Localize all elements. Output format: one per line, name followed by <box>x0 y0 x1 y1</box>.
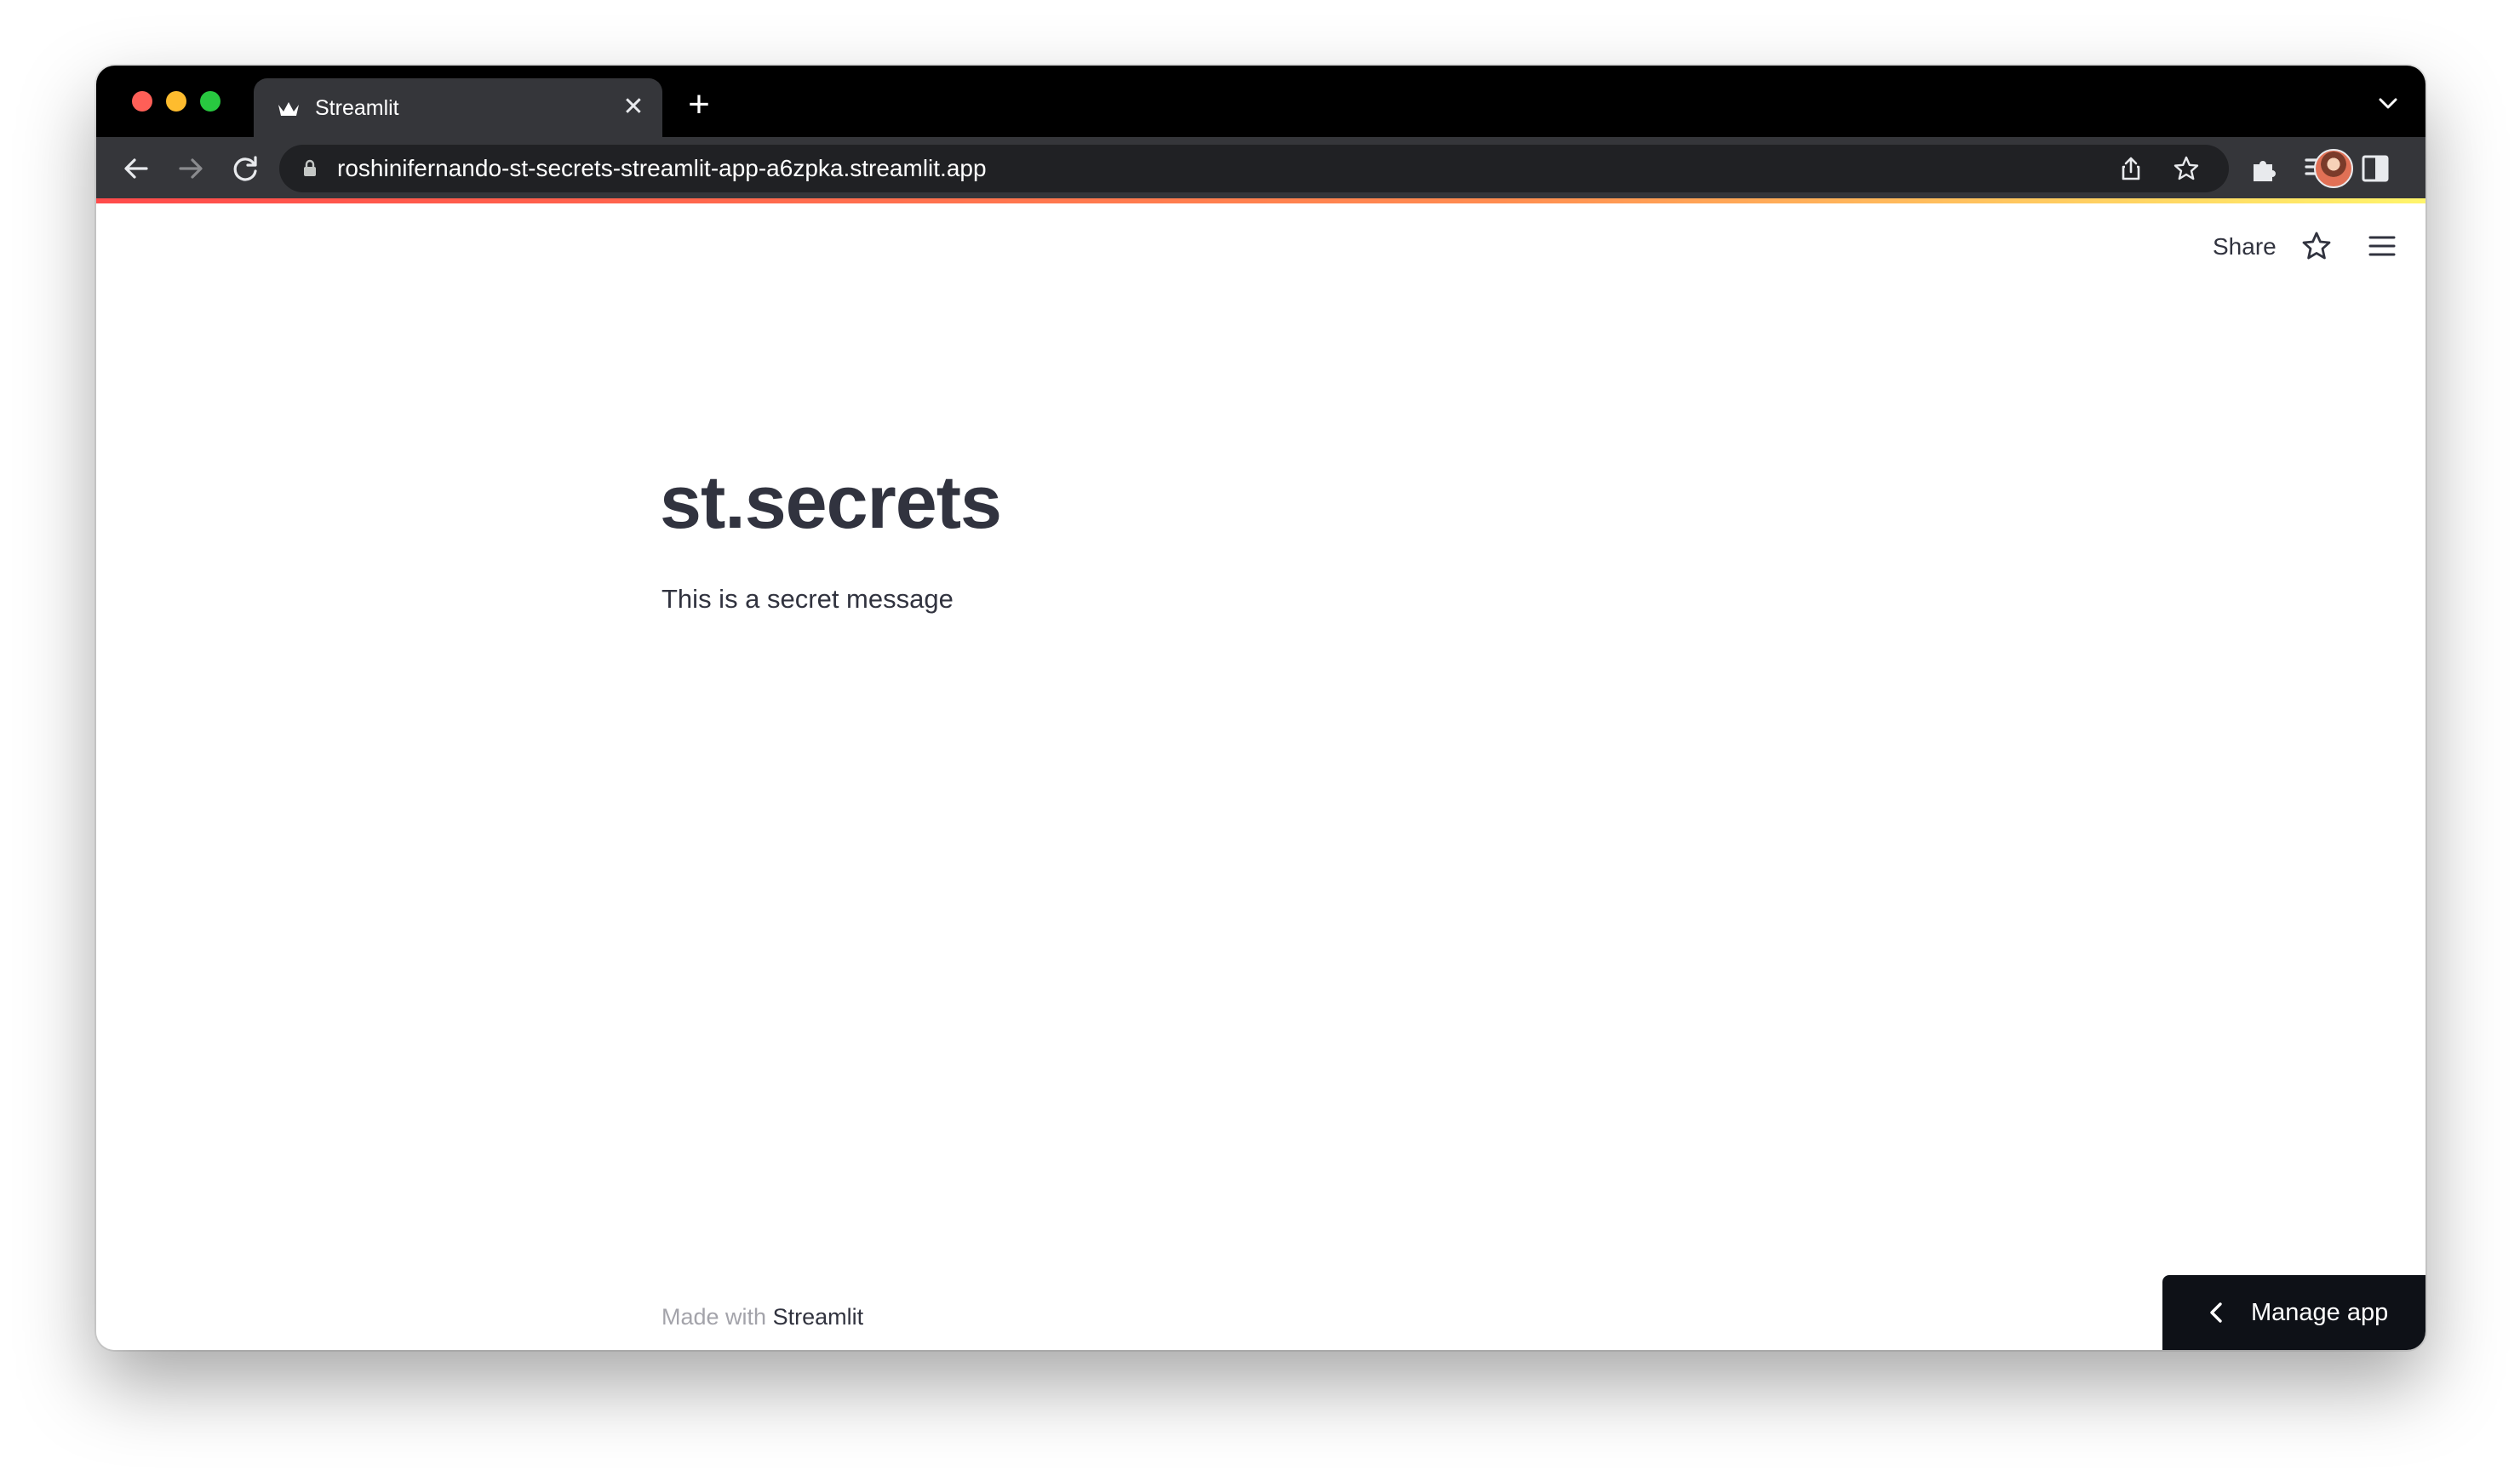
avatar[interactable] <box>2314 149 2353 188</box>
app-page: Share st.secrets This is a secret messag… <box>96 203 2426 1350</box>
page-title: st.secrets <box>660 460 1002 544</box>
tab-title: Streamlit <box>315 96 399 120</box>
reload-icon[interactable] <box>227 151 263 186</box>
browser-toolbar: roshinifernando-st-secrets-streamlit-app… <box>96 137 2426 200</box>
manage-app-button[interactable]: Manage app <box>2162 1275 2426 1350</box>
share-button[interactable]: Share <box>2213 231 2277 263</box>
lock-icon[interactable] <box>300 158 320 179</box>
tab-bar: Streamlit ✕ + <box>96 66 2426 137</box>
secret-message-text: This is a secret message <box>662 584 954 614</box>
star-icon[interactable] <box>2300 229 2334 263</box>
star-icon[interactable] <box>2172 154 2201 183</box>
share-icon[interactable] <box>2116 154 2145 183</box>
screenshot-stage: Streamlit ✕ + roshinifernando-st-secrets… <box>0 0 2520 1476</box>
close-window-button[interactable] <box>132 91 152 112</box>
chevron-down-icon[interactable] <box>2374 89 2402 117</box>
new-tab-button[interactable]: + <box>682 86 716 123</box>
hamburger-menu-icon[interactable] <box>2365 229 2399 263</box>
browser-tab[interactable]: Streamlit ✕ <box>254 78 662 137</box>
maximize-window-button[interactable] <box>200 91 220 112</box>
streamlit-link[interactable]: Streamlit <box>773 1304 864 1330</box>
side-panel-icon[interactable] <box>2359 152 2391 185</box>
footer: Made with Streamlit <box>662 1302 863 1332</box>
arrow-right-icon[interactable] <box>173 151 209 186</box>
browser-window: Streamlit ✕ + roshinifernando-st-secrets… <box>96 66 2426 1350</box>
footer-prefix: Made with <box>662 1304 767 1330</box>
url-text[interactable]: roshinifernando-st-secrets-streamlit-app… <box>337 153 987 184</box>
arrow-left-icon[interactable] <box>118 151 154 186</box>
streamlit-favicon-icon <box>278 102 299 116</box>
chevron-left-icon <box>2210 1302 2222 1323</box>
puzzle-icon[interactable] <box>2248 152 2281 185</box>
manage-app-label: Manage app <box>2251 1299 2389 1326</box>
minimize-window-button[interactable] <box>166 91 186 112</box>
address-bar[interactable]: roshinifernando-st-secrets-streamlit-app… <box>279 145 2229 192</box>
tab-close-icon[interactable]: ✕ <box>620 94 647 121</box>
